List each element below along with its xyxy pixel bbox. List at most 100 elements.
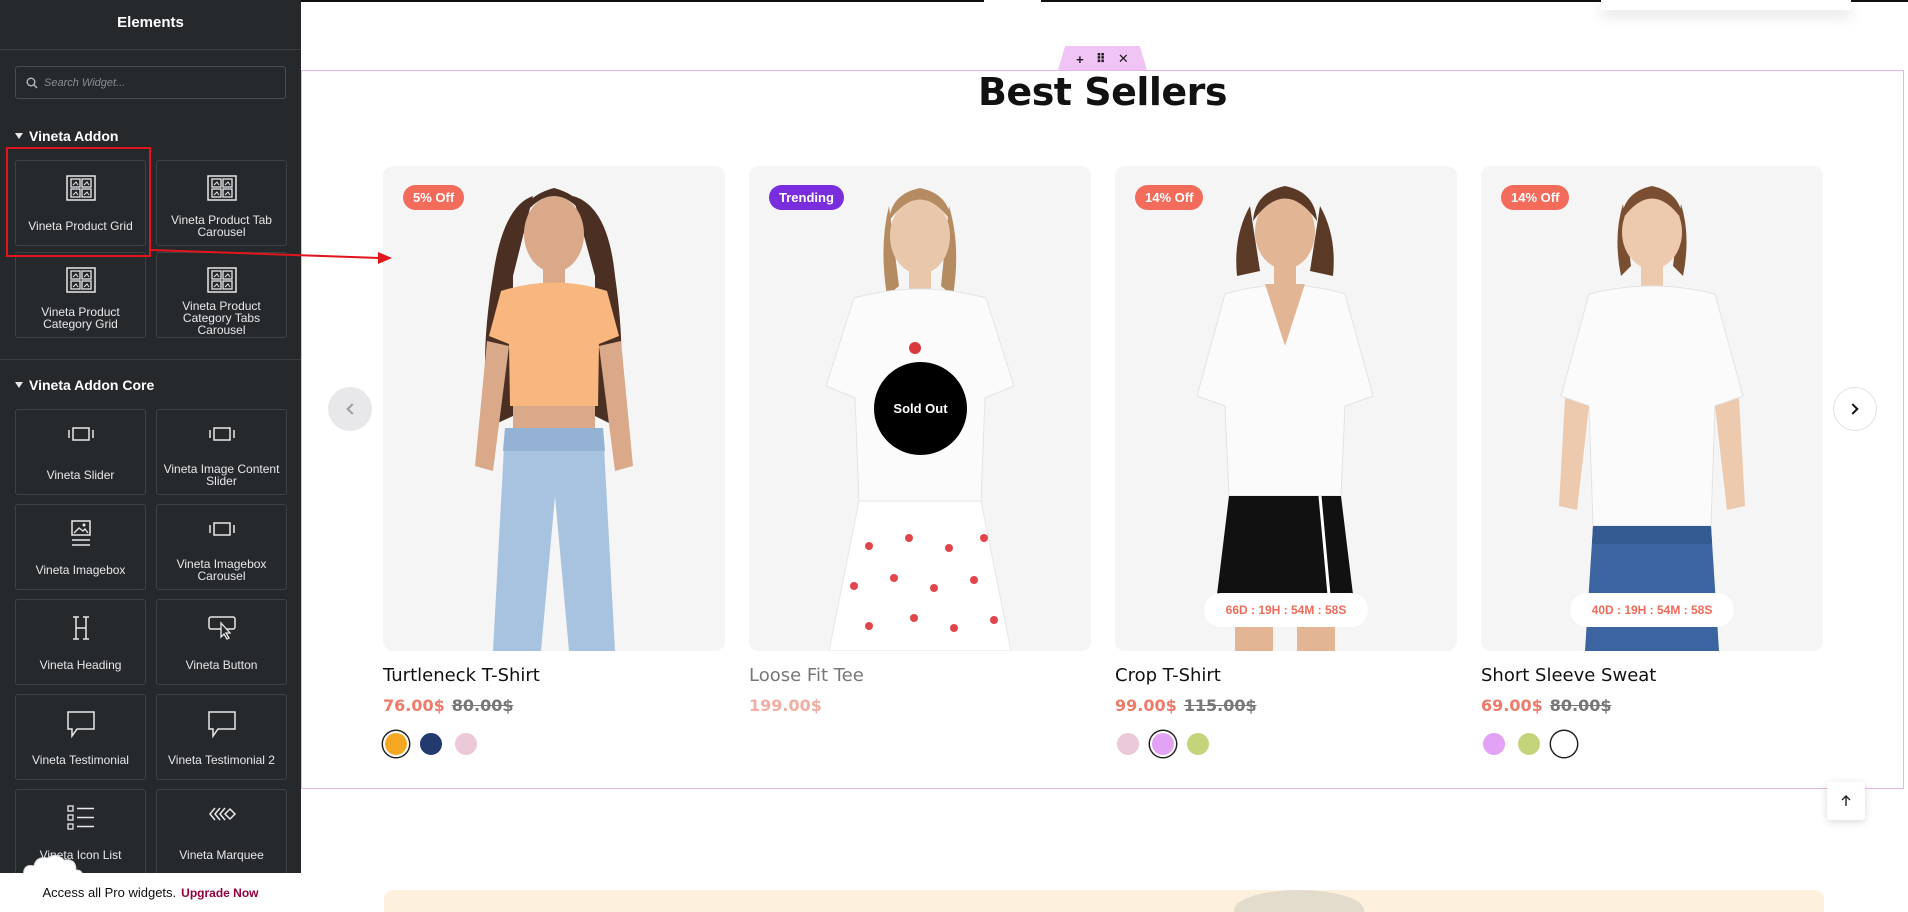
price-row: 76.00$ 80.00$ bbox=[383, 696, 725, 715]
chevron-left-icon bbox=[346, 403, 358, 415]
widget-label: Vineta Button bbox=[185, 658, 258, 672]
drag-handle-icon[interactable]: ⠿ bbox=[1096, 51, 1106, 67]
chevron-right-icon bbox=[1847, 403, 1859, 415]
category-divider bbox=[0, 359, 301, 360]
widget-label: Vineta Imagebox Carousel bbox=[176, 557, 267, 583]
image-icon bbox=[16, 519, 145, 549]
product-name[interactable]: Loose Fit Tee bbox=[749, 665, 1091, 686]
next-section-banner bbox=[384, 890, 1824, 912]
search-box[interactable] bbox=[15, 66, 286, 99]
banner-image bbox=[1234, 890, 1364, 912]
widget-vineta-product-category-grid[interactable]: Vineta Product Category Grid bbox=[15, 252, 146, 338]
caret-down-icon bbox=[15, 382, 23, 388]
color-swatch[interactable] bbox=[1551, 731, 1577, 757]
search-icon bbox=[26, 77, 38, 89]
color-swatch[interactable] bbox=[1115, 731, 1141, 757]
widget-vineta-testimonial[interactable]: Vineta Testimonial bbox=[15, 694, 146, 780]
carousel-prev-button[interactable] bbox=[328, 387, 372, 431]
product-name[interactable]: Turtleneck T-Shirt bbox=[383, 665, 725, 686]
price-row: 69.00$ 80.00$ bbox=[1481, 696, 1823, 715]
current-price: 76.00$ bbox=[383, 696, 445, 715]
product-image[interactable]: 5% Off bbox=[383, 166, 725, 651]
product-image[interactable]: 14% Off 40D : 19H : 54M : 58S bbox=[1481, 166, 1823, 651]
current-price: 99.00$ bbox=[1115, 696, 1177, 715]
widget-label: Vineta Slider bbox=[46, 468, 115, 482]
old-price: 115.00$ bbox=[1183, 696, 1257, 715]
panel-title: Elements bbox=[117, 14, 184, 31]
search-input[interactable] bbox=[44, 67, 279, 98]
caret-down-icon bbox=[15, 133, 23, 139]
color-swatches bbox=[749, 730, 1091, 758]
model-photo bbox=[1196, 186, 1374, 651]
widget-label: Vineta Marquee bbox=[179, 848, 264, 862]
slider-icon bbox=[16, 424, 145, 454]
section-title: Best Sellers bbox=[977, 70, 1228, 114]
top-border bbox=[301, 0, 984, 2]
carousel-next-button[interactable] bbox=[1833, 387, 1877, 431]
pro-text: Access all Pro widgets. bbox=[42, 885, 177, 900]
widget-label: Vineta Product Category Grid bbox=[41, 305, 120, 331]
product-image[interactable]: 14% Off 66D : 19H : 54M : 58S bbox=[1115, 166, 1457, 651]
widget-vineta-heading[interactable]: Vineta Heading bbox=[15, 599, 146, 685]
product-card[interactable]: 5% Off Turtleneck T-Shirt 76.00$ 80.00$ bbox=[383, 166, 725, 758]
product-grid-icon bbox=[157, 175, 286, 205]
upgrade-now-link[interactable]: Upgrade Now bbox=[181, 886, 258, 900]
product-name[interactable]: Short Sleeve Sweat bbox=[1481, 665, 1823, 686]
panel-divider bbox=[0, 49, 301, 50]
countdown-timer: 66D : 19H : 54M : 58S bbox=[1204, 593, 1368, 627]
color-swatches bbox=[1481, 730, 1823, 758]
category-label: Vineta Addon Core bbox=[29, 377, 155, 393]
product-card[interactable]: 14% Off 40D : 19H : 54M : 58S Short Slee… bbox=[1481, 166, 1823, 758]
model-photo bbox=[1559, 186, 1745, 651]
discount-badge: 14% Off bbox=[1501, 185, 1570, 210]
add-section-button[interactable]: + bbox=[1076, 52, 1084, 67]
dropdown-shadow bbox=[1601, 0, 1851, 10]
discount-badge: 5% Off bbox=[403, 185, 465, 210]
product-grid-icon bbox=[16, 267, 145, 297]
model-photo bbox=[475, 188, 633, 651]
current-price: 199.00$ bbox=[749, 696, 822, 715]
slider-icon bbox=[157, 519, 286, 549]
slider-icon bbox=[157, 424, 286, 454]
category-vineta-addon-core[interactable]: Vineta Addon Core bbox=[15, 377, 154, 393]
product-image[interactable]: Trending Sold Out bbox=[749, 166, 1091, 651]
product-name[interactable]: Crop T-Shirt bbox=[1115, 665, 1457, 686]
product-card[interactable]: Trending Sold Out Loose Fit Tee 199.00$ bbox=[749, 166, 1091, 758]
speech-bubble-icon bbox=[157, 709, 286, 739]
widget-label: Vineta Heading bbox=[39, 658, 122, 672]
widget-vineta-product-tab-carousel[interactable]: Vineta Product Tab Carousel bbox=[156, 160, 287, 246]
widget-vineta-marquee[interactable]: Vineta Marquee bbox=[156, 789, 287, 875]
widget-vineta-imagebox-carousel[interactable]: Vineta Imagebox Carousel bbox=[156, 504, 287, 590]
scroll-to-top-button[interactable] bbox=[1827, 782, 1865, 820]
speech-bubble-icon bbox=[16, 709, 145, 739]
widget-vineta-slider[interactable]: Vineta Slider bbox=[15, 409, 146, 495]
delete-section-button[interactable]: ✕ bbox=[1118, 51, 1129, 67]
price-row: 99.00$ 115.00$ bbox=[1115, 696, 1457, 715]
category-label: Vineta Addon bbox=[29, 128, 119, 144]
color-swatch[interactable] bbox=[1150, 731, 1176, 757]
color-swatch[interactable] bbox=[1481, 731, 1507, 757]
widget-vineta-imagebox[interactable]: Vineta Imagebox bbox=[15, 504, 146, 590]
color-swatches bbox=[1115, 730, 1457, 758]
button-pointer-icon bbox=[157, 614, 286, 644]
color-swatch[interactable] bbox=[453, 731, 479, 757]
widget-label: Vineta Image Content Slider bbox=[163, 462, 280, 488]
color-swatch[interactable] bbox=[418, 731, 444, 757]
category-vineta-addon[interactable]: Vineta Addon bbox=[15, 128, 118, 144]
product-grid-icon bbox=[157, 267, 286, 297]
selection-highlight bbox=[6, 147, 151, 257]
widget-vineta-testimonial-2[interactable]: Vineta Testimonial 2 bbox=[156, 694, 287, 780]
sold-out-badge: Sold Out bbox=[874, 362, 967, 455]
heading-icon bbox=[16, 614, 145, 644]
color-swatches bbox=[383, 730, 725, 758]
widget-label: Vineta Imagebox bbox=[35, 563, 126, 577]
widget-vineta-button[interactable]: Vineta Button bbox=[156, 599, 287, 685]
elements-panel: Elements Vineta Addon Vineta Product Gri… bbox=[0, 0, 301, 912]
widget-vineta-image-content-slider[interactable]: Vineta Image Content Slider bbox=[156, 409, 287, 495]
section-handle: + ⠿ ✕ bbox=[1058, 46, 1147, 70]
product-card[interactable]: 14% Off 66D : 19H : 54M : 58S Crop T-Shi… bbox=[1115, 166, 1457, 758]
color-swatch[interactable] bbox=[1516, 731, 1542, 757]
color-swatch[interactable] bbox=[383, 731, 409, 757]
widget-vineta-product-category-tabs-carousel[interactable]: Vineta Product Category Tabs Carousel bbox=[156, 252, 287, 338]
color-swatch[interactable] bbox=[1185, 731, 1211, 757]
